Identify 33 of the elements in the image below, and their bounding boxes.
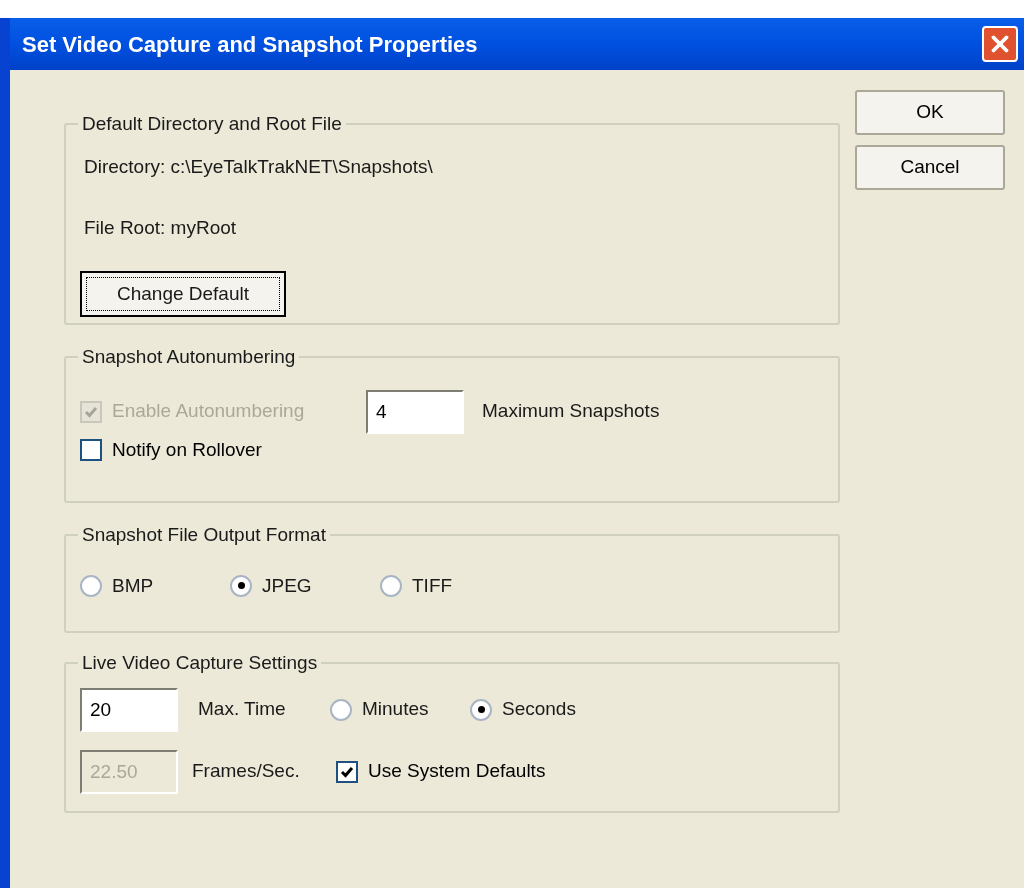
radio-button[interactable] bbox=[330, 698, 352, 721]
radio-label: Minutes bbox=[362, 697, 429, 722]
radio-button[interactable] bbox=[80, 574, 102, 597]
radio-button[interactable] bbox=[470, 698, 492, 721]
radio-button[interactable] bbox=[230, 574, 252, 597]
check-icon bbox=[84, 404, 98, 419]
text-field[interactable]: 4 bbox=[366, 389, 464, 434]
checkbox-label: Notify on Rollover bbox=[112, 437, 262, 462]
radio-label: BMP bbox=[112, 573, 154, 598]
radio-label: JPEG bbox=[262, 573, 312, 598]
group-title: Default Directory and Root File bbox=[81, 112, 343, 136]
directory-text: Directory: c:\EyeTalkTrakNET\Snapshots\ bbox=[84, 154, 434, 179]
dialog-button[interactable]: Cancel bbox=[855, 145, 1005, 190]
checkbox-label: Enable Autonumbering bbox=[112, 399, 305, 424]
text-field[interactable]: 20 bbox=[80, 687, 178, 732]
radio-label: Seconds bbox=[502, 697, 576, 722]
radio-button[interactable] bbox=[380, 574, 402, 597]
field-label: Max. Time bbox=[198, 697, 287, 722]
window-title: Set Video Capture and Snapshot Properties bbox=[22, 30, 479, 59]
file-root-text: File Root: myRoot bbox=[84, 216, 238, 240]
checkbox[interactable] bbox=[336, 760, 358, 783]
field-label: Frames/Sec. bbox=[192, 759, 301, 784]
checkbox-label: Use System Defaults bbox=[368, 759, 546, 784]
radio-label: TIFF bbox=[412, 573, 453, 598]
field-label: Maximum Snapshots bbox=[482, 399, 660, 424]
group-title: Live Video Capture Settings bbox=[81, 651, 319, 675]
change-default-button[interactable]: Change Default bbox=[80, 270, 286, 317]
check-icon bbox=[340, 764, 354, 779]
group-title: Snapshot Autonumbering bbox=[81, 345, 297, 369]
dialog-button[interactable]: OK bbox=[855, 90, 1005, 135]
checkbox[interactable] bbox=[80, 438, 102, 461]
group-title: Snapshot File Output Format bbox=[81, 523, 327, 547]
close-button[interactable] bbox=[982, 26, 1018, 62]
